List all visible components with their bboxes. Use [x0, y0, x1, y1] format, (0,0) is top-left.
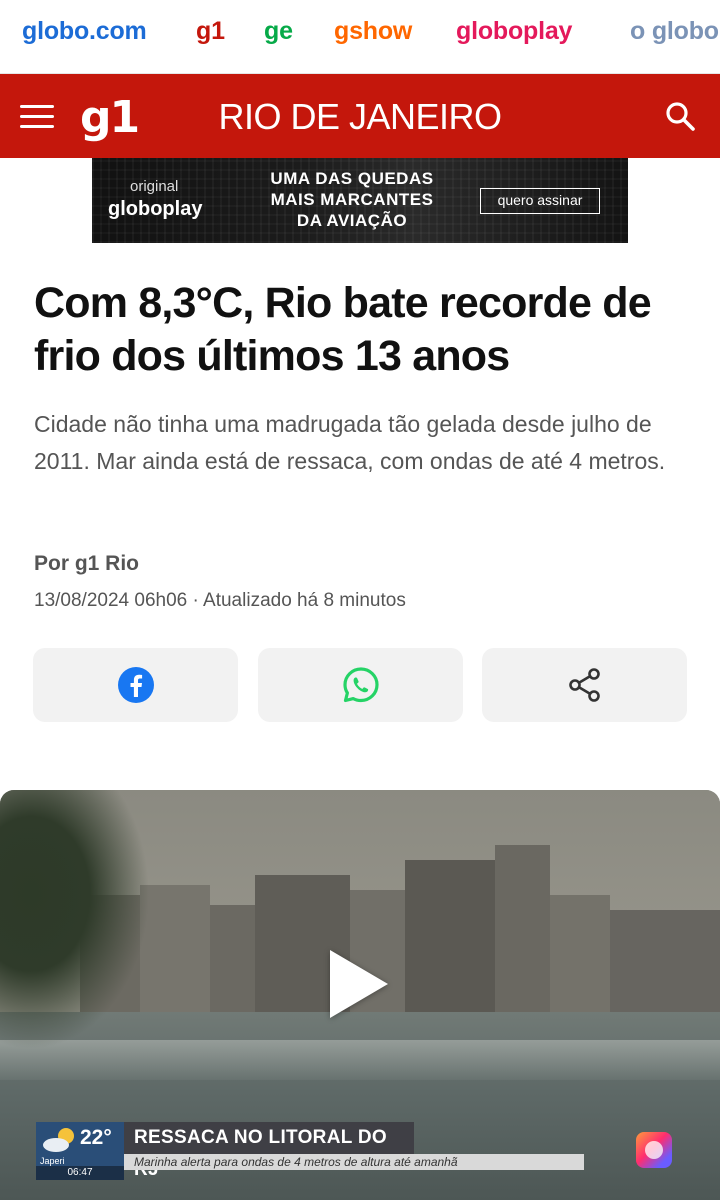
- g1-header: g1 RIO DE JANEIRO: [0, 74, 720, 158]
- nav-link-ge[interactable]: ge: [264, 17, 293, 46]
- video-building: [495, 845, 550, 1015]
- ad-headline-line-2: MAIS MARCANTES: [270, 190, 434, 209]
- nav-link-gshow[interactable]: gshow: [334, 17, 412, 46]
- article-dateline: 13/08/2024 06h06 · Atualizado há 8 minut…: [34, 590, 406, 611]
- region-title: RIO DE JANEIRO: [218, 96, 502, 137]
- nav-link-globo-com[interactable]: globo.com: [22, 17, 147, 46]
- nav-link-g1[interactable]: g1: [196, 17, 225, 46]
- article-subtitle: Cidade não tinha uma madrugada tão gelad…: [34, 411, 666, 474]
- article-byline: Por g1 Rio: [34, 552, 140, 575]
- globo-network-nav: globo.com g1 ge gshow globoplay o globo: [0, 0, 720, 74]
- share-generic-button[interactable]: [482, 648, 687, 722]
- video-building: [550, 895, 610, 1015]
- video-building: [140, 885, 210, 1015]
- video-tree-foliage: [0, 790, 150, 1050]
- ad-brand-logo: globoplay: [108, 198, 203, 220]
- play-icon[interactable]: [330, 950, 388, 1018]
- tv-weather-box: 22° Japeri 06:47: [36, 1122, 124, 1180]
- tv-globo-logo: [636, 1132, 672, 1168]
- tv-weather-temp: 22°: [80, 1126, 112, 1149]
- tv-ticker-title: RESSACA NO LITORAL DO RJ: [124, 1122, 414, 1180]
- video-building: [405, 860, 495, 1015]
- tv-weather-city: Japeri: [40, 1156, 65, 1166]
- tv-ticker-subtitle: Marinha alerta para ondas de 4 metros de…: [124, 1154, 584, 1170]
- ad-subscribe-button[interactable]: quero assinar: [480, 188, 600, 214]
- whatsapp-icon: [342, 667, 379, 703]
- facebook-icon: [117, 667, 154, 703]
- article-headline: Com 8,3°C, Rio bate recorde de frio dos …: [34, 279, 652, 380]
- ad-headline-line-3: DA AVIAÇÃO: [296, 211, 408, 230]
- search-icon[interactable]: [664, 100, 696, 132]
- video-building: [610, 910, 720, 1015]
- share-icon: [568, 668, 600, 702]
- ad-headline: UMA DAS QUEDAS MAIS MARCANTES DA AVIAÇÃO: [242, 168, 462, 231]
- nav-link-o-globo[interactable]: o globo: [630, 17, 719, 46]
- video-building: [210, 905, 260, 1015]
- share-facebook-button[interactable]: [33, 648, 238, 722]
- nav-link-globoplay[interactable]: globoplay: [456, 17, 572, 46]
- ad-headline-line-1: UMA DAS QUEDAS: [270, 169, 434, 188]
- globoplay-ad-banner[interactable]: original globoplay UMA DAS QUEDAS MAIS M…: [92, 158, 628, 243]
- ad-original-label: original: [130, 178, 179, 195]
- share-whatsapp-button[interactable]: [258, 648, 463, 722]
- partly-cloudy-icon: [43, 1128, 74, 1152]
- tv-clock: 06:47: [36, 1166, 124, 1180]
